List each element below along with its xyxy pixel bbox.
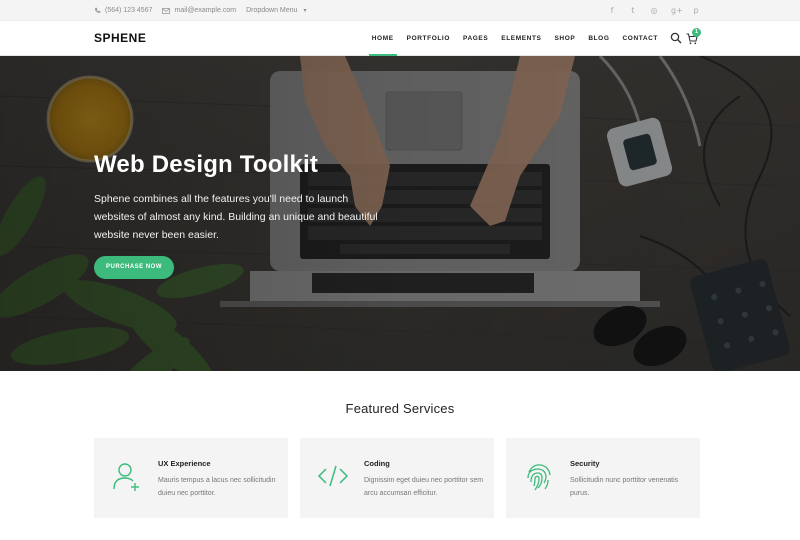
chevron-down-icon: ▾ <box>303 8 307 14</box>
nav-elements[interactable]: ELEMENTS <box>501 21 541 56</box>
featured-services-title: Featured Services <box>345 401 455 416</box>
service-card-security[interactable]: Security Sollicitudin nunc porttitor ven… <box>506 438 700 518</box>
service-description: Sollicitudin nunc porttitor venenatis pu… <box>570 477 679 497</box>
code-icon <box>317 465 349 487</box>
nav-portfolio[interactable]: PORTFOLIO <box>407 21 450 56</box>
main-header: SPHENE HOME PORTFOLIO PAGES ELEMENTS SHO… <box>0 21 800 56</box>
service-title: Security <box>570 459 600 468</box>
email-contact[interactable]: mail@example.com <box>162 7 236 14</box>
nav-blog[interactable]: BLOG <box>588 21 609 56</box>
dropdown-menu[interactable]: Dropdown Menu ▾ <box>246 7 306 14</box>
twitter-icon[interactable]: t <box>629 6 637 15</box>
top-bar-contact: (564) 123 4567 mail@example.com Dropdown… <box>94 0 306 21</box>
user-add-icon <box>113 463 139 491</box>
pinterest-icon[interactable]: p <box>692 6 700 15</box>
service-title: UX Experience <box>158 459 211 468</box>
phone-icon <box>95 7 101 13</box>
social-links: f t ◎ g+ p <box>608 0 700 21</box>
service-description: Mauris tempus a lacus nec sollicitudin d… <box>158 477 276 497</box>
fingerprint-icon <box>527 464 551 491</box>
main-nav: HOME PORTFOLIO PAGES ELEMENTS SHOP BLOG … <box>368 21 659 56</box>
search-icon[interactable] <box>670 32 682 44</box>
purchase-now-button[interactable]: PURCHASE NOW <box>94 256 174 279</box>
email-address: mail@example.com <box>174 7 237 14</box>
service-title: Coding <box>364 459 390 468</box>
google-plus-icon[interactable]: g+ <box>671 6 683 15</box>
nav-contact[interactable]: CONTACT <box>623 21 659 56</box>
nav-home[interactable]: HOME <box>368 21 397 56</box>
phone-contact[interactable]: (564) 123 4567 <box>94 7 152 14</box>
nav-pages[interactable]: PAGES <box>463 21 488 56</box>
top-bar: (564) 123 4567 mail@example.com Dropdown… <box>0 0 800 21</box>
phone-number: (564) 123 4567 <box>105 7 153 14</box>
service-card-ux[interactable]: UX Experience Mauris tempus a lacus nec … <box>94 438 288 518</box>
mail-icon <box>162 7 171 14</box>
hero-description: Sphene combines all the features you'll … <box>94 193 378 241</box>
service-card-coding[interactable]: Coding Dignissim eget duieu nec porttito… <box>300 438 494 518</box>
dropdown-menu-label: Dropdown Menu <box>246 7 298 14</box>
service-description: Dignissim eget duieu nec porttitor sem a… <box>364 477 484 497</box>
facebook-icon[interactable]: f <box>608 6 616 15</box>
cart-count-badge: 1 <box>692 28 701 37</box>
hero-title: Web Design Toolkit <box>94 151 319 178</box>
hero-banner: Web Design Toolkit Sphene combines all t… <box>0 56 800 371</box>
dribbble-icon[interactable]: ◎ <box>650 6 658 15</box>
nav-shop[interactable]: SHOP <box>554 21 575 56</box>
site-logo[interactable]: SPHENE <box>94 31 146 45</box>
